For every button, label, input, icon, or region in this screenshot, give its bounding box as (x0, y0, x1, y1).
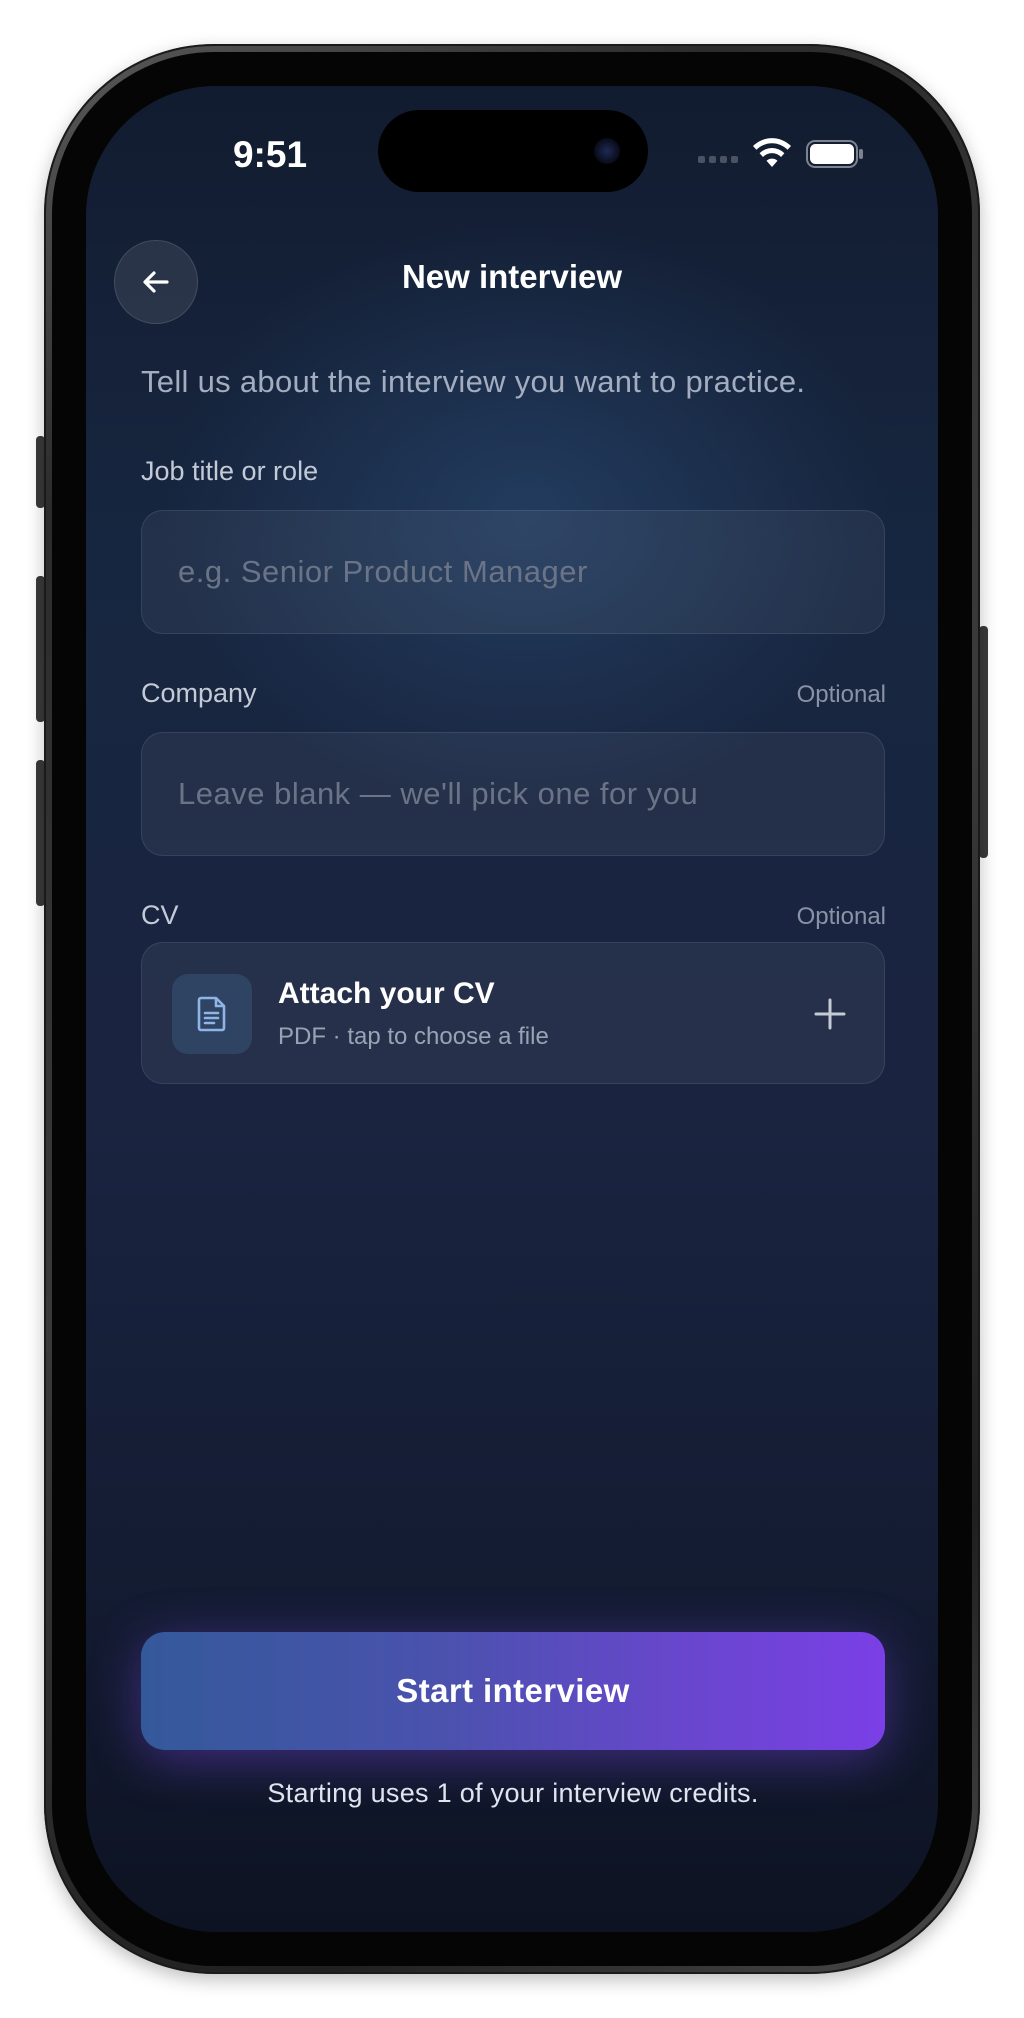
status-time: 9:51 (232, 134, 308, 175)
wifi-icon (753, 138, 791, 167)
power-button (979, 626, 988, 858)
job-title-label: Job title or role (141, 456, 319, 486)
battery-icon (806, 140, 863, 168)
company-label: Company (141, 678, 257, 708)
cv-optional-tag: Optional (796, 903, 886, 930)
plus-icon (814, 998, 846, 1030)
app-screen: 9:51 New interview Tell us about the int… (86, 86, 938, 1932)
device-stage: 9:51 New interview Tell us about the int… (0, 0, 1024, 2018)
document-icon (197, 996, 226, 1032)
intro-text: Tell us about the interview you want to … (141, 364, 806, 399)
company-optional-tag: Optional (796, 681, 886, 708)
attach-cv-subtitle: PDF · tap to choose a file (278, 1023, 549, 1050)
dynamic-island (378, 110, 648, 192)
company-input[interactable] (178, 776, 848, 812)
start-interview-button[interactable]: Start interview (141, 1632, 885, 1750)
front-camera-icon (594, 138, 620, 164)
credits-note: Starting uses 1 of your interview credit… (267, 1778, 759, 1808)
attach-cv-button[interactable]: Attach your CV PDF · tap to choose a fil… (141, 942, 885, 1084)
company-field[interactable] (141, 732, 885, 856)
cellular-signal-icon (698, 156, 742, 166)
job-title-field[interactable] (141, 510, 885, 634)
attach-cv-title: Attach your CV (278, 977, 495, 1010)
document-tile (172, 974, 252, 1054)
job-title-input[interactable] (178, 554, 848, 590)
page-title: New interview (401, 258, 623, 295)
cv-label: CV (141, 900, 179, 930)
back-button[interactable] (114, 240, 198, 324)
arrow-left-icon (143, 271, 169, 293)
